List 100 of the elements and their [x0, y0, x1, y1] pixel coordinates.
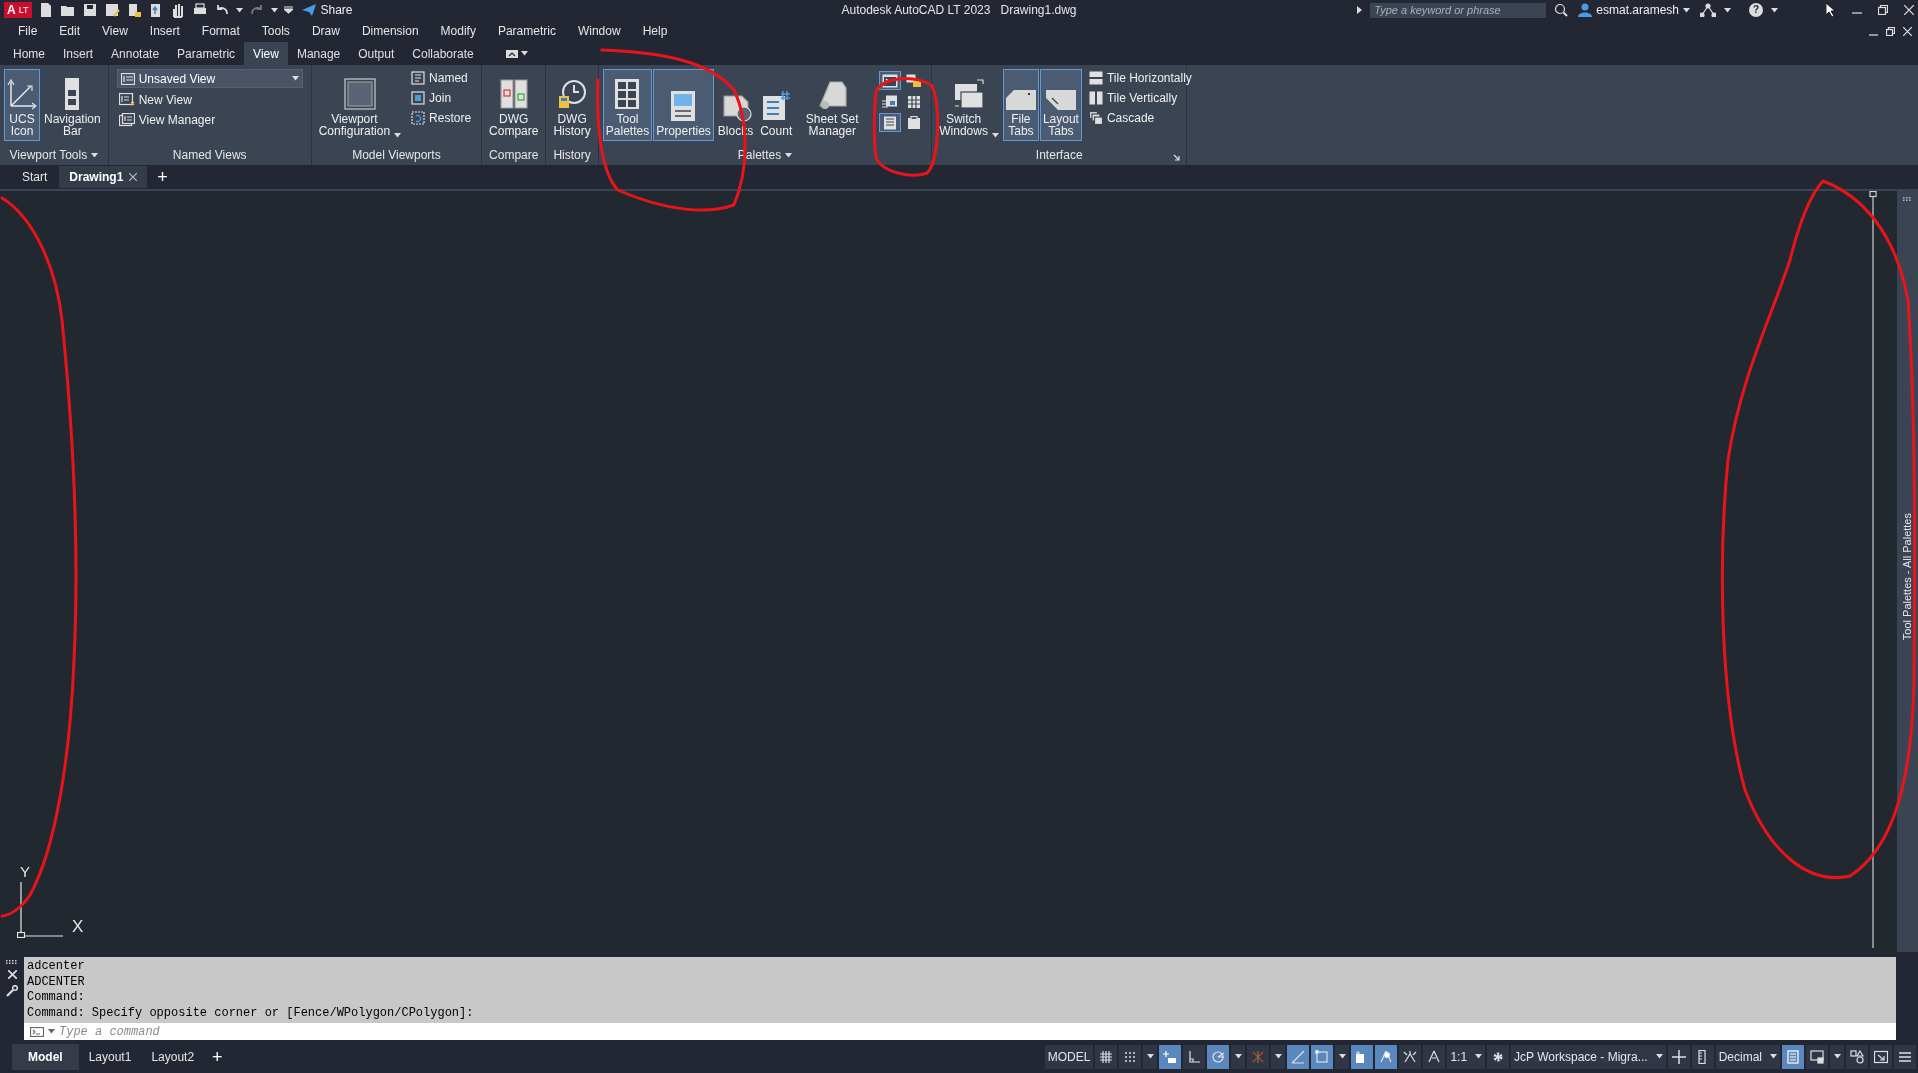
menu-item[interactable]: Help: [632, 22, 680, 40]
ribbon-button[interactable]: Switch Windows: [936, 69, 1002, 141]
ribbon-tab[interactable]: Collaborate: [403, 42, 483, 65]
ribbon-button[interactable]: Restore: [409, 109, 474, 126]
dropdown-arrow-button[interactable]: [1231, 1044, 1246, 1069]
ribbon-button[interactable]: Tile Horizontally: [1086, 69, 1194, 86]
status-toggle[interactable]: [1207, 1044, 1230, 1069]
dropdown-arrow-button[interactable]: [1335, 1044, 1350, 1069]
ribbon-button[interactable]: Tool Palettes: [602, 69, 653, 141]
new-tab-button[interactable]: +: [149, 168, 176, 186]
new-layout-button[interactable]: +: [204, 1047, 231, 1066]
dropdown-icon[interactable]: [283, 6, 293, 14]
status-dropdown[interactable]: JcP Workspace - Migra...: [1511, 1044, 1666, 1069]
help-button[interactable]: ?: [1749, 3, 1763, 17]
ribbon-button[interactable]: Properties: [653, 69, 714, 141]
status-toggle[interactable]: [1487, 1044, 1510, 1069]
dropdown-arrow-button[interactable]: [1143, 1044, 1158, 1069]
menu-item[interactable]: Tools: [251, 22, 302, 40]
ribbon-button[interactable]: Layout Tabs: [1039, 69, 1082, 141]
status-toggle[interactable]: [1095, 1044, 1118, 1069]
status-toggle[interactable]: [1375, 1044, 1398, 1069]
save-as-icon[interactable]: [103, 2, 120, 18]
status-toggle[interactable]: [1247, 1044, 1270, 1069]
app-logo[interactable]: A LT: [4, 2, 32, 18]
menu-item[interactable]: Window: [567, 22, 633, 40]
close-icon[interactable]: [7, 970, 17, 979]
ribbon-button[interactable]: Sheet Set Manager: [796, 69, 869, 141]
ribbon-button[interactable]: Cascade: [1086, 109, 1194, 126]
panel-title-button[interactable]: Viewport Tools: [9, 146, 99, 164]
file-tab[interactable]: Start: [12, 166, 58, 188]
ribbon-tab[interactable]: Insert: [54, 42, 103, 65]
status-toggle[interactable]: [1667, 1044, 1690, 1069]
close-icon[interactable]: [129, 173, 138, 181]
network-icon[interactable]: [1700, 3, 1716, 17]
status-toggle[interactable]: [1691, 1044, 1714, 1069]
menu-item[interactable]: Modify: [430, 22, 488, 40]
ribbon-button[interactable]: Join: [409, 89, 474, 106]
status-toggle[interactable]: [1423, 1044, 1446, 1069]
ribbon-button[interactable]: View Manager: [116, 111, 303, 128]
status-toggle[interactable]: [1159, 1044, 1182, 1069]
status-toggle[interactable]: [1894, 1044, 1916, 1069]
ribbon-button[interactable]: Viewport Configuration: [315, 69, 405, 141]
search-field[interactable]: Type a keyword or phrase: [1370, 2, 1547, 18]
status-toggle[interactable]: [1119, 1044, 1142, 1069]
menu-item[interactable]: View: [92, 22, 140, 40]
layout-tab[interactable]: Model: [12, 1043, 79, 1070]
menu-item[interactable]: File: [8, 22, 50, 40]
menu-item[interactable]: Draw: [301, 22, 352, 40]
dialog-launcher-icon[interactable]: [1173, 154, 1181, 161]
status-toggle[interactable]: [1782, 1044, 1804, 1069]
panel-title-button[interactable]: Interface: [1035, 146, 1083, 164]
status-toggle[interactable]: [1311, 1044, 1334, 1069]
ribbon-button[interactable]: Tile Vertically: [1086, 89, 1194, 106]
save-icon[interactable]: [81, 2, 98, 18]
status-toggle[interactable]: [1399, 1044, 1422, 1069]
ribbon-button[interactable]: File Tabs: [1002, 69, 1039, 141]
ribbon-button[interactable]: Count: [757, 69, 796, 141]
layout-tab[interactable]: Layout1: [78, 1043, 142, 1070]
ribbon-button[interactable]: New View: [116, 91, 303, 108]
ribbon-icon-button[interactable]: [879, 113, 902, 132]
status-toggle[interactable]: [1870, 1044, 1892, 1069]
ribbon-tab[interactable]: Manage: [287, 42, 350, 65]
ribbon-button[interactable]: Navigation Bar: [41, 69, 104, 141]
expand-arrow-icon[interactable]: [1357, 6, 1363, 14]
ribbon-button[interactable]: DWG Compare: [486, 69, 542, 141]
menu-item[interactable]: Parametric: [487, 22, 568, 40]
status-dropdown[interactable]: 1:1: [1447, 1044, 1486, 1069]
ribbon-tab[interactable]: Home: [4, 42, 54, 65]
status-toggle[interactable]: [1183, 1044, 1206, 1069]
menu-item[interactable]: Edit: [49, 22, 93, 40]
restore-icon[interactable]: [1878, 5, 1888, 15]
wrench-icon[interactable]: [6, 985, 18, 997]
ribbon-tab[interactable]: Output: [349, 42, 404, 65]
view-dropdown[interactable]: Unsaved View: [116, 69, 303, 88]
restore-icon[interactable]: [1886, 26, 1895, 36]
layout-tab[interactable]: Layout2: [141, 1043, 205, 1070]
menu-item[interactable]: Dimension: [351, 22, 431, 40]
share-button[interactable]: Share: [298, 1, 355, 19]
search-icon[interactable]: [1554, 3, 1569, 17]
file-tab[interactable]: Drawing1: [59, 166, 148, 188]
menu-item[interactable]: Insert: [139, 22, 192, 40]
status-dropdown[interactable]: Decimal: [1715, 1044, 1780, 1069]
user-menu[interactable]: esmat.aramesh: [1576, 1, 1692, 19]
dropdown-arrow-button[interactable]: [1271, 1044, 1286, 1069]
close-icon[interactable]: [1904, 5, 1914, 15]
ribbon-tab[interactable]: View: [244, 42, 288, 65]
ribbon-button[interactable]: UCS Icon: [4, 69, 40, 141]
axis-label: Y: [20, 864, 30, 879]
status-toggle[interactable]: [1351, 1044, 1374, 1069]
close-icon[interactable]: [1903, 26, 1912, 36]
status-toggle[interactable]: [1846, 1044, 1868, 1069]
ribbon-button[interactable]: Named: [409, 69, 474, 86]
status-toggle[interactable]: [1287, 1044, 1310, 1069]
menu-item[interactable]: Format: [191, 22, 252, 40]
status-toggle[interactable]: [1806, 1044, 1828, 1069]
ribbon-tab[interactable]: Parametric: [168, 42, 245, 65]
model-space-button[interactable]: MODEL: [1044, 1044, 1094, 1069]
dropdown-arrow-button[interactable]: [1830, 1044, 1844, 1069]
ribbon-tab[interactable]: Annotate: [102, 42, 169, 65]
ribbon-button[interactable]: DWG History: [550, 69, 594, 141]
